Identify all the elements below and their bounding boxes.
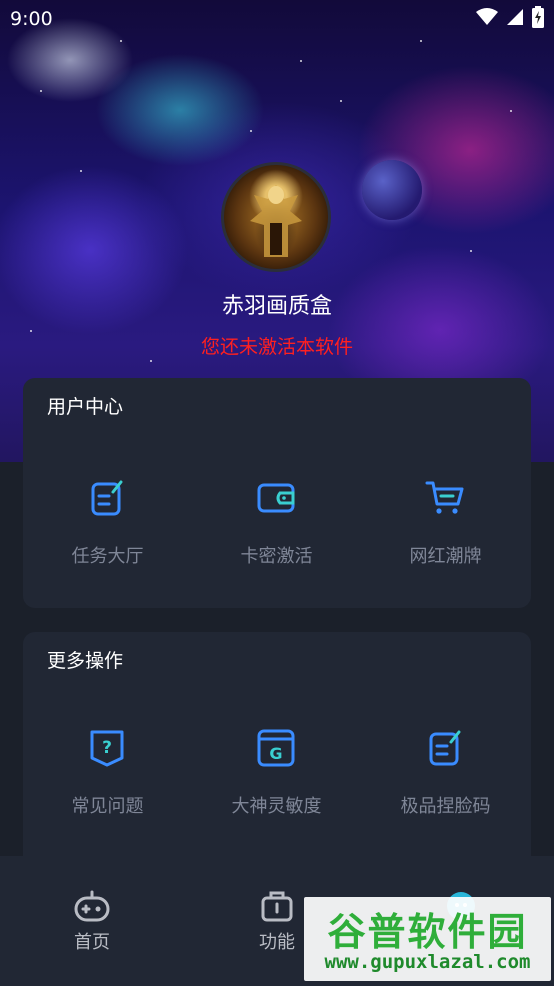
wifi-icon <box>476 8 498 30</box>
user-center-card: 用户中心 任务大厅 卡密激活 网红潮牌 <box>23 378 531 608</box>
signal-icon <box>506 8 524 30</box>
wallet-icon <box>256 478 296 518</box>
task-hall-button[interactable]: 任务大厅 <box>23 478 192 578</box>
status-bar: 9:00 <box>0 0 554 38</box>
user-center-title: 用户中心 <box>47 396 124 418</box>
app-name: 赤羽画质盒 <box>221 294 332 319</box>
watermark-url: www.gupuxlazal.com <box>324 951 531 973</box>
nav-home[interactable]: 首页 <box>32 856 152 966</box>
status-time: 9:00 <box>10 8 53 30</box>
task-hall-label: 任务大厅 <box>71 546 144 567</box>
svg-text:?: ? <box>102 738 112 758</box>
nav-home-label: 首页 <box>74 932 110 953</box>
gamepad-icon <box>74 888 110 924</box>
faq-button[interactable]: ? 常见问题 <box>23 728 192 828</box>
card-activation-label: 卡密激活 <box>240 546 313 567</box>
pro-sensitivity-label: 大神灵敏度 <box>231 796 322 817</box>
watermark-title: 谷普软件园 <box>327 910 528 954</box>
faq-label: 常见问题 <box>71 796 144 817</box>
activation-status[interactable]: 您还未激活本软件 <box>0 332 554 359</box>
face-code-button[interactable]: 极品捏脸码 <box>361 728 530 828</box>
more-actions-card: 更多操作 ? 常见问题 G 大神灵敏度 极品捏脸码 <box>23 632 531 892</box>
battery-icon <box>532 6 544 32</box>
trend-brand-label: 网红潮牌 <box>409 546 482 567</box>
edit-note-icon <box>425 728 465 768</box>
card-activation-button[interactable]: 卡密激活 <box>192 478 361 578</box>
planet-decoration <box>362 160 422 220</box>
face-code-label: 极品捏脸码 <box>400 796 491 817</box>
pro-sensitivity-button[interactable]: G 大神灵敏度 <box>192 728 361 828</box>
toolbox-icon <box>259 888 295 924</box>
trend-brand-button[interactable]: 网红潮牌 <box>361 478 530 578</box>
shopping-cart-icon <box>425 478 465 518</box>
svg-text:G: G <box>269 744 282 763</box>
more-actions-title: 更多操作 <box>47 650 124 672</box>
edit-note-icon <box>87 478 127 518</box>
avatar[interactable] <box>221 162 331 272</box>
watermark: 谷普软件园 www.gupuxlazal.com <box>304 897 551 981</box>
question-shield-icon: ? <box>87 728 127 768</box>
g-card-icon: G <box>256 728 296 768</box>
